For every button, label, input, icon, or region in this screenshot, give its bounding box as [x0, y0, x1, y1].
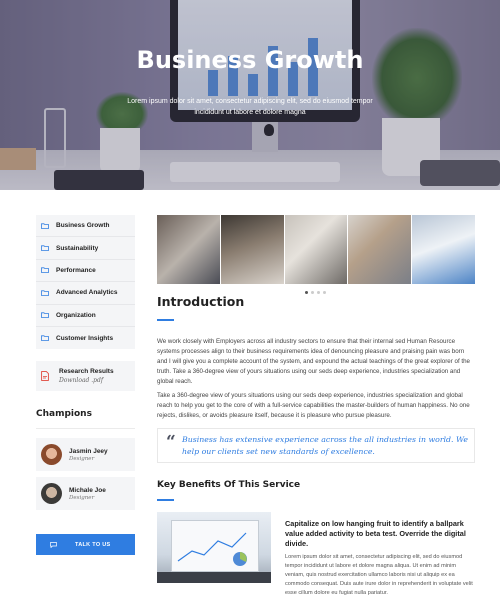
champion-name: Michale Joe	[69, 486, 106, 494]
carousel-photo	[348, 215, 413, 284]
main-content	[157, 215, 475, 284]
benefit-image-keyboard	[157, 572, 271, 583]
sidebar-item-label: Sustainability	[56, 244, 99, 252]
heading-accent-line	[157, 319, 174, 321]
sidebar-item-customer-insights[interactable]: Customer Insights	[36, 327, 135, 349]
sidebar-item-label: Organization	[56, 311, 96, 319]
folder-icon	[41, 312, 49, 319]
divider	[36, 428, 135, 429]
benefit-title: Capitalize on low hanging fruit to ident…	[285, 519, 466, 548]
sidebar-item-sustainability[interactable]: Sustainability	[36, 237, 135, 260]
intro-paragraph: Take a 360-degree view of yours situatio…	[157, 392, 470, 419]
champions-heading: Champions	[36, 409, 92, 419]
avatar	[41, 444, 62, 465]
benefits-heading: Key Benefits Of This Service	[157, 480, 301, 490]
download-subtitle: Download .pdf	[59, 377, 104, 385]
quote-icon: “	[166, 432, 176, 452]
champion-card[interactable]: Jasmin Jeey Designer	[36, 438, 135, 471]
benefit-image-screen	[171, 520, 259, 572]
sidebar-item-label: Performance	[56, 266, 96, 274]
folder-icon	[41, 223, 49, 229]
champion-role: Designer	[69, 494, 95, 501]
page-title: Business Growth	[136, 46, 364, 74]
talk-to-us-label: TALK TO US	[75, 541, 111, 548]
chat-icon	[50, 541, 57, 548]
sidebar-item-organization[interactable]: Organization	[36, 305, 135, 327]
sidebar-item-label: Customer Insights	[56, 334, 114, 342]
carousel-dot[interactable]	[317, 291, 320, 294]
blockquote: “ Business has extensive experience acro…	[157, 428, 475, 463]
sidebar-item-label: Business Growth	[56, 222, 110, 230]
sidebar-item-label: Advanced Analytics	[56, 289, 118, 297]
download-pdf-card[interactable]: Research Results Download .pdf	[36, 361, 135, 392]
folder-icon	[41, 245, 49, 251]
champion-role: Designer	[69, 455, 95, 462]
champion-card[interactable]: Michale Joe Designer	[36, 477, 135, 510]
carousel-dot[interactable]	[311, 291, 314, 294]
download-title: Research Results	[59, 368, 114, 376]
folder-icon	[41, 290, 49, 296]
avatar	[41, 483, 62, 504]
carousel-dot[interactable]	[323, 291, 326, 294]
champion-name: Jasmin Jeey	[69, 447, 108, 455]
folder-icon	[41, 335, 49, 342]
sidebar: Business Growth Sustainability Performan…	[36, 215, 135, 392]
sidebar-item-advanced-analytics[interactable]: Advanced Analytics	[36, 282, 135, 305]
intro-paragraph: We work closely with Employers across al…	[157, 338, 471, 385]
carousel-dot[interactable]	[305, 291, 308, 294]
carousel-photo	[157, 215, 221, 284]
pdf-icon	[41, 371, 49, 382]
benefit-description: Lorem ipsum dolor sit amet, consectetur …	[285, 554, 473, 596]
image-carousel[interactable]	[157, 215, 475, 284]
benefit-image	[157, 512, 271, 583]
hero-subtitle: Lorem ipsum dolor sit amet, consectetur …	[127, 98, 373, 116]
sidebar-nav: Business Growth Sustainability Performan…	[36, 215, 135, 350]
hero-overlay	[0, 0, 500, 190]
sidebar-item-performance[interactable]: Performance	[36, 260, 135, 283]
quote-text: Business has extensive experience across…	[182, 435, 468, 456]
heading-accent-line	[157, 499, 174, 501]
hero-banner: Business Growth Lorem ipsum dolor sit am…	[0, 0, 500, 190]
intro-heading: Introduction	[157, 294, 245, 309]
carousel-photo	[220, 215, 285, 284]
carousel-photo	[284, 215, 349, 284]
carousel-dots	[305, 291, 326, 294]
talk-to-us-button[interactable]: TALK TO US	[36, 534, 135, 555]
carousel-photo	[412, 215, 475, 284]
folder-icon	[41, 267, 49, 274]
sidebar-item-business-growth[interactable]: Business Growth	[36, 215, 135, 238]
